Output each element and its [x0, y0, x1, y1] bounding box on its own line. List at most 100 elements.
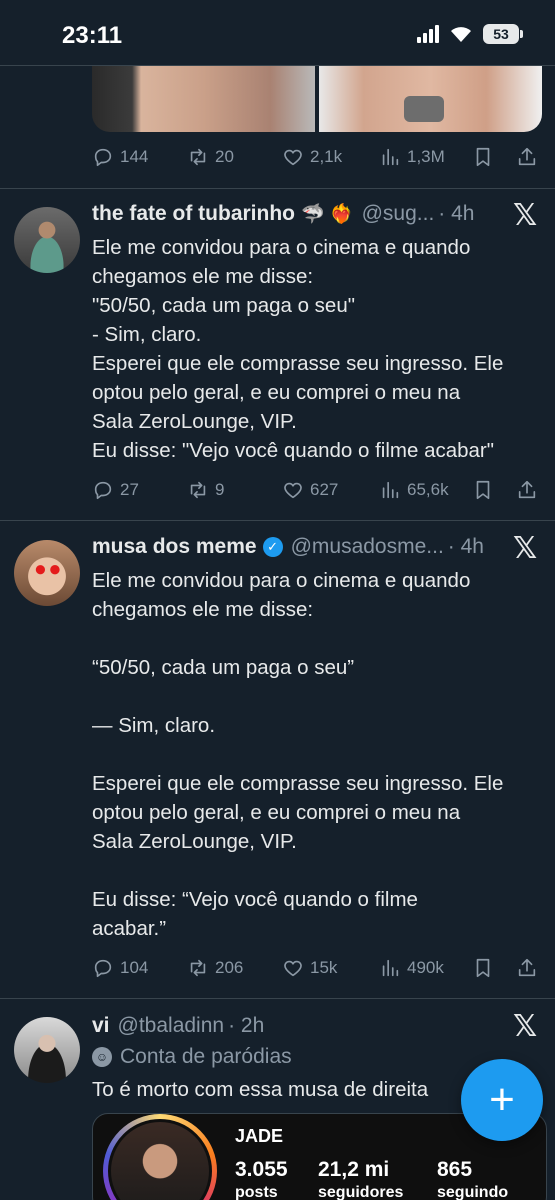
tweet-actions: 27 9 627 65,6k	[92, 475, 542, 505]
reply-button[interactable]: 144	[92, 146, 148, 168]
name-emojis: 🦈 ❤️‍🔥	[301, 204, 354, 225]
tweet-line: “50/50, cada um paga o seu”	[92, 656, 355, 679]
tweet-line: — Sim, claro.	[92, 714, 216, 737]
views-icon	[382, 959, 399, 977]
views-button[interactable]: 1,3M	[379, 146, 445, 168]
heart-icon	[284, 960, 302, 977]
views-button[interactable]: 65,6k	[379, 479, 449, 501]
verified-badge-icon: ✓	[262, 537, 283, 557]
handle[interactable]: @sug...	[362, 202, 435, 226]
tweet-line: optou pelo geral, e eu comprei o meu na	[92, 801, 461, 824]
like-count: 2,1k	[310, 147, 343, 166]
handle[interactable]: @tbaladinn	[118, 1014, 225, 1038]
like-count: 627	[310, 480, 339, 499]
share-icon	[518, 480, 536, 499]
heart-icon	[284, 482, 302, 499]
views-icon	[382, 148, 399, 166]
tweet-line: Ele me convidou para o cinema e quando	[92, 236, 471, 259]
retweet-icon	[190, 481, 206, 499]
retweet-button[interactable]: 20	[187, 146, 234, 168]
parody-label: ☺ Conta de paródias	[92, 1045, 292, 1069]
tweet-header: vi @tbaladinn · 2h	[92, 1014, 264, 1038]
tweet-media[interactable]	[92, 66, 542, 132]
share-button[interactable]	[516, 146, 538, 168]
following-count: 865	[437, 1158, 473, 1181]
tweet-line: acabar.”	[92, 917, 167, 940]
avatar[interactable]	[14, 207, 80, 273]
tweet-text[interactable]: Ele me convidou para o cinema e quando c…	[92, 566, 547, 943]
like-button[interactable]: 15k	[282, 957, 337, 979]
reply-count: 104	[120, 958, 149, 977]
divider	[0, 188, 555, 189]
posts-stat: 3.055 posts	[235, 1158, 288, 1200]
reply-count: 27	[120, 480, 139, 499]
retweet-button[interactable]: 9	[187, 479, 224, 501]
tweet-line: Esperei que ele comprasse seu ingresso. …	[92, 772, 504, 795]
followers-count: 21,2 mi	[318, 1158, 390, 1181]
compose-button[interactable]: +	[461, 1059, 543, 1141]
retweet-count: 206	[215, 958, 244, 977]
x-logo-icon: 𝕏	[513, 1009, 538, 1044]
retweet-button[interactable]: 206	[187, 957, 243, 979]
posts-label: posts	[235, 1184, 278, 1200]
plus-icon: +	[489, 1075, 515, 1124]
x-logo-icon: 𝕏	[513, 531, 538, 566]
bookmark-icon	[476, 480, 490, 500]
tweet-header: the fate of tubarinho 🦈 ❤️‍🔥 @sug... · 4…	[92, 202, 474, 226]
tweet-actions: 104 206 15k 490k	[92, 953, 542, 983]
handle[interactable]: @musadosme...	[291, 535, 444, 559]
x-logo-icon: 𝕏	[513, 198, 538, 233]
divider	[0, 520, 555, 521]
following-stat: 865 seguindo	[437, 1158, 508, 1200]
battery-icon: 53	[483, 24, 523, 44]
reply-button[interactable]: 104	[92, 957, 148, 979]
bookmark-button[interactable]	[472, 957, 494, 979]
bookmark-button[interactable]	[472, 479, 494, 501]
bookmark-button[interactable]	[472, 146, 494, 168]
views-count: 1,3M	[407, 147, 445, 166]
tweet-line: Sala ZeroLounge, VIP.	[92, 410, 297, 433]
retweet-count: 20	[215, 147, 234, 166]
media-image[interactable]	[92, 66, 315, 132]
views-count: 65,6k	[407, 480, 449, 499]
tweet-time: · 4h	[447, 535, 484, 558]
bookmark-icon	[476, 147, 490, 167]
share-button[interactable]	[516, 957, 538, 979]
avatar[interactable]	[14, 540, 80, 606]
tweet-line: Esperei que ele comprasse seu ingresso. …	[92, 352, 504, 375]
tweet-line: Ele me convidou para o cinema e quando	[92, 569, 471, 592]
tweet-text[interactable]: Ele me convidou para o cinema e quando c…	[92, 233, 547, 465]
like-button[interactable]: 2,1k	[282, 146, 342, 168]
heart-icon	[284, 149, 302, 166]
followers-label: seguidores	[318, 1184, 404, 1200]
signal-icon	[417, 25, 439, 43]
divider	[0, 998, 555, 999]
wifi-icon	[451, 27, 471, 42]
share-icon	[518, 147, 536, 166]
posts-count: 3.055	[235, 1158, 288, 1181]
profile-avatar	[108, 1119, 212, 1200]
avatar[interactable]	[14, 1017, 80, 1083]
following-label: seguindo	[437, 1184, 509, 1200]
tweet-line: Eu disse: "Vejo você quando o filme acab…	[92, 439, 495, 462]
display-name[interactable]: vi	[92, 1014, 110, 1038]
retweet-icon	[190, 148, 206, 166]
media-image[interactable]	[319, 66, 542, 132]
reply-icon	[94, 481, 112, 500]
retweet-count: 9	[215, 480, 225, 499]
reply-button[interactable]: 27	[92, 479, 139, 501]
views-icon	[382, 481, 399, 499]
profile-story-ring	[103, 1114, 217, 1200]
views-button[interactable]: 490k	[379, 957, 444, 979]
display-name[interactable]: the fate of tubarinho	[92, 202, 295, 226]
bookmark-icon	[476, 958, 490, 978]
share-button[interactable]	[516, 479, 538, 501]
tweet-time: · 2h	[228, 1014, 265, 1037]
tweet-line: Eu disse: “Vejo você quando o filme	[92, 888, 418, 911]
tweet-line: Sala ZeroLounge, VIP.	[92, 830, 297, 853]
like-button[interactable]: 627	[282, 479, 338, 501]
reply-count: 144	[120, 147, 149, 166]
tweet-line	[92, 624, 547, 653]
reply-icon	[94, 148, 112, 167]
display-name[interactable]: musa dos meme	[92, 535, 257, 559]
